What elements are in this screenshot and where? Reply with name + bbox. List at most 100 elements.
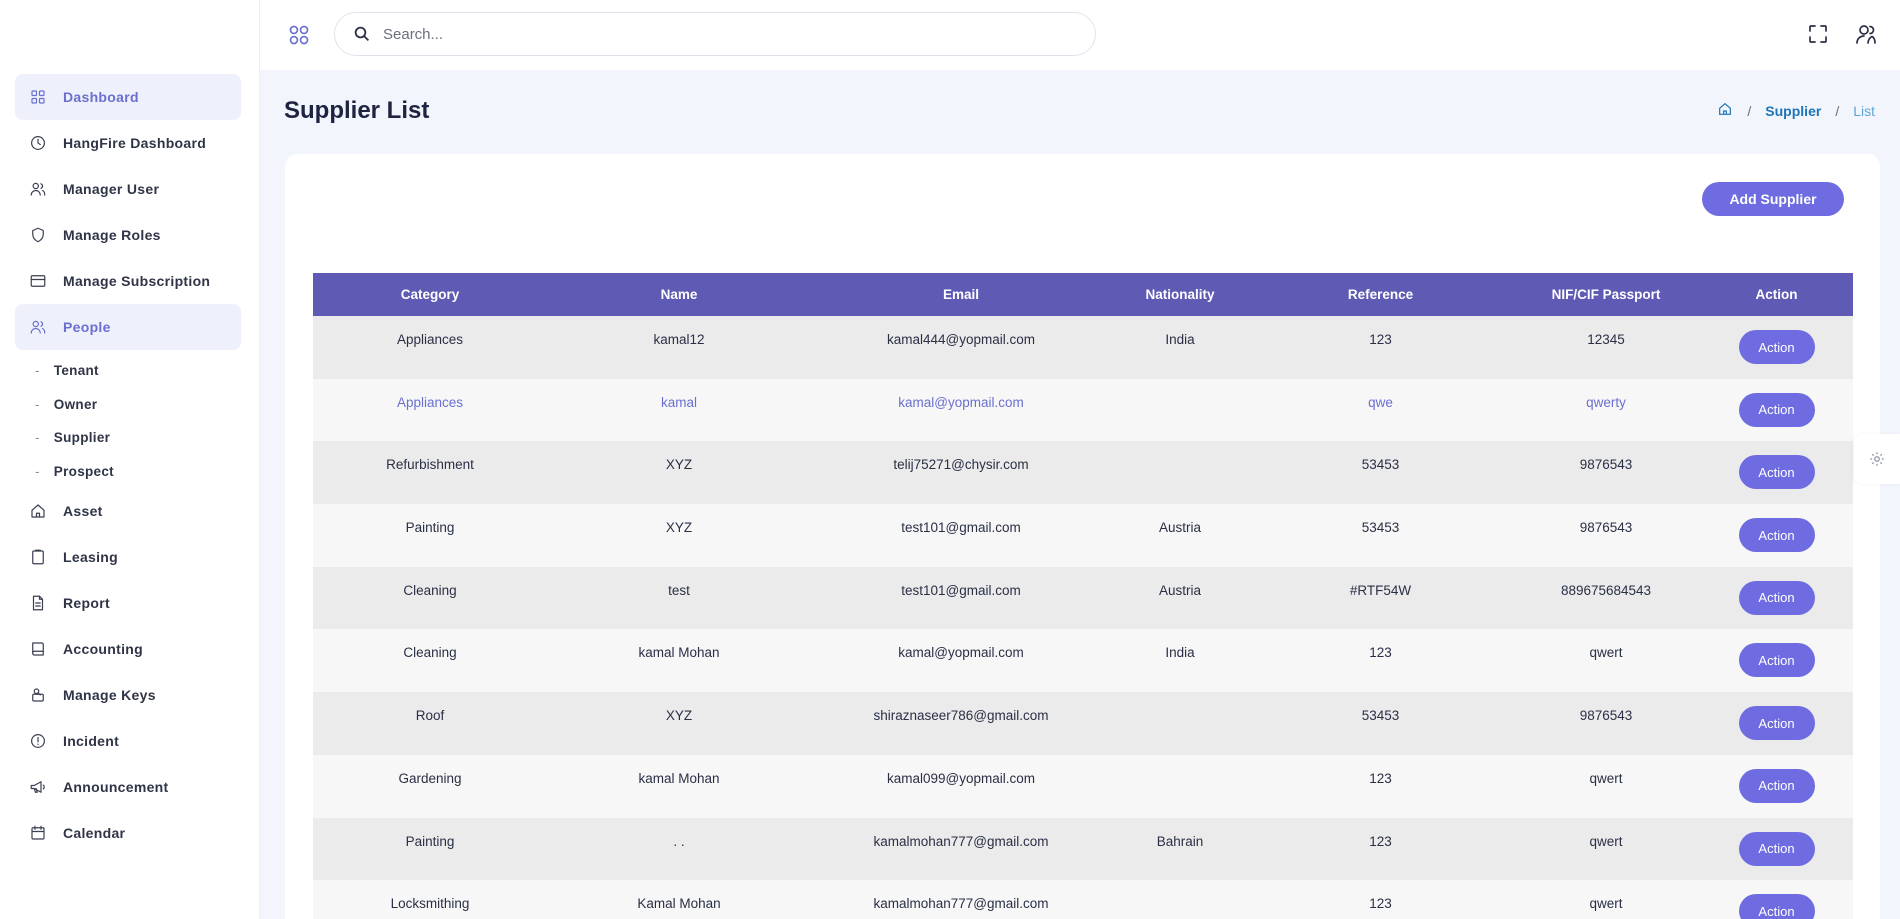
sidebar-item-asset[interactable]: Asset [15,488,241,534]
table-cell: qwert [1589,896,1623,912]
action-button[interactable]: Action [1738,706,1815,741]
supplier-card: Add Supplier Category Name Email Nationa… [285,154,1880,919]
sidebar-subitem-label: Owner [53,396,98,412]
table-row[interactable]: Appliances kamal12 kamal444@yopmail.com Ind… [313,316,1853,379]
sidebar-nav: Dashboard HangFire Dashboard Manager Use… [15,74,241,856]
column-header[interactable]: NIF/CIF Passport [1512,273,1700,316]
action-button[interactable]: Action [1738,330,1815,364]
table-cell: 53453 [1361,520,1400,536]
sidebar-item-leasing[interactable]: Leasing [15,534,241,580]
table-cell: 123 [1369,833,1392,849]
table-row[interactable]: Cleaning kamal Mohan kamal@yopmail.com Indi… [313,629,1853,693]
table-cell [1111,441,1249,504]
home-icon[interactable] [1717,101,1733,120]
table-cell: 123 [1369,770,1392,786]
table-cell: XYZ [665,457,693,473]
sidebar-item-label: Manage Roles [63,227,161,243]
sidebar-item-announcement[interactable]: Announcement [15,764,241,810]
table-cell: Kamal Mohan [637,896,721,912]
sidebar-item-dashboard[interactable]: Dashboard [15,74,241,120]
action-button[interactable]: Action [1738,894,1815,919]
sidebar-item-label: People [63,319,111,335]
table-cell: #RTF54W [1349,582,1412,598]
sidebar-item-manage-keys[interactable]: Manage Keys [15,672,241,718]
sidebar-item-manage-roles[interactable]: Manage Roles [15,212,241,258]
table-cell: Roof [415,708,445,724]
column-header[interactable]: Email [811,273,1111,316]
sidebar-item-label: Manage Keys [63,687,156,703]
action-button[interactable]: Action [1738,768,1815,803]
table-cell: Bahrain [1156,833,1204,849]
table-cell: 123 [1369,896,1392,912]
table-row[interactable]: Cleaning test test101@gmail.com Austria #RTF… [313,566,1853,630]
action-button[interactable]: Action [1738,518,1815,553]
sidebar-item-label: Calendar [63,825,126,841]
sidebar-item-hangfire[interactable]: HangFire Dashboard [15,120,241,166]
sidebar-subitem-tenant[interactable]: - Tenant [15,354,241,388]
sidebar-subitem-supplier[interactable]: - Supplier [15,421,241,455]
clock-icon [29,134,47,152]
action-cell: Action [1700,316,1853,379]
search-input[interactable] [383,25,1063,43]
sidebar-item-manage-subscription[interactable]: Manage Subscription [15,258,241,304]
apps-icon[interactable] [288,24,310,46]
supplier-table: Category Name Email Nationality Referenc… [313,273,1853,919]
table-row[interactable]: Gardening kamal Mohan kamal099@yopmail.com… [313,754,1853,818]
settings-gear-button[interactable] [1854,434,1900,484]
search-box [334,12,1096,56]
table-row[interactable]: Painting XYZ test101@gmail.com Austria 53453… [313,504,1853,567]
gear-icon [1870,452,1884,466]
sidebar-item-people[interactable]: People [15,304,241,350]
action-cell: Action [1700,441,1853,504]
table-row[interactable]: Roof XYZ shiraznaseer786@gmail.com 53453 987… [313,692,1853,755]
breadcrumb-separator: / [1835,102,1840,119]
column-header: Action [1755,287,1798,302]
megaphone-icon [29,778,47,796]
table-row[interactable]: Painting . . kamalmohan777@gmail.com Bahrai… [313,817,1853,881]
sidebar-subitem-prospect[interactable]: - Prospect [15,455,241,489]
sidebar-item-report[interactable]: Report [15,580,241,626]
table-cell: Painting [405,520,455,536]
table-row[interactable]: Refurbishment XYZ telij75271@chysir.com 534… [313,441,1853,505]
table-row[interactable]: Locksmithing Kamal Mohan kamalmohan777@gma… [313,880,1853,919]
breadcrumb-supplier[interactable]: Supplier [1765,103,1821,119]
sidebar-subitem-owner[interactable]: - Owner [15,388,241,422]
column-header[interactable]: Category [313,273,547,316]
table-cell: qwe [1368,394,1393,410]
action-button[interactable]: Action [1738,455,1815,490]
topbar-actions [1806,22,1878,51]
page-title: Supplier List [284,97,430,124]
table-cell: Cleaning [403,582,457,598]
table-cell: qwerty [1586,394,1626,410]
table-cell: qwert [1589,833,1623,849]
table-cell: 9876543 [1579,520,1633,536]
user-profile-icon[interactable] [1854,22,1878,51]
fullscreen-icon[interactable] [1806,22,1830,51]
table-cell: test101@gmail.com [901,582,1021,598]
table-cell: 889675684543 [1560,582,1652,598]
action-button[interactable]: Action [1738,580,1815,615]
column-header[interactable]: Name [547,273,811,316]
add-supplier-button[interactable]: Add Supplier [1702,182,1844,216]
action-button[interactable]: Action [1738,392,1815,427]
breadcrumb: / Supplier / List [1717,101,1875,120]
shield-icon [29,226,47,244]
sidebar-item-manager-user[interactable]: Manager User [15,166,241,212]
column-header[interactable]: Nationality [1111,273,1249,316]
sidebar-item-calendar[interactable]: Calendar [15,810,241,856]
table-row[interactable]: Appliances kamal kamal@yopmail.com qwe qwert… [313,378,1853,442]
calendar-icon [29,824,47,842]
credit-card-icon [29,272,47,290]
action-button[interactable]: Action [1738,831,1815,866]
action-button[interactable]: Action [1738,643,1815,678]
action-cell: Action [1700,504,1853,567]
table-cell: kamal444@yopmail.com [886,332,1035,347]
table-cell: India [1165,332,1195,347]
table-cell: kamalmohan777@gmail.com [873,896,1049,912]
sidebar-item-incident[interactable]: Incident [15,718,241,764]
table-cell: Cleaning [403,645,457,661]
column-header[interactable]: Reference [1249,273,1512,316]
table-cell: kamal099@yopmail.com [886,770,1035,786]
sidebar-item-accounting[interactable]: Accounting [15,626,241,672]
users-icon [29,180,47,198]
